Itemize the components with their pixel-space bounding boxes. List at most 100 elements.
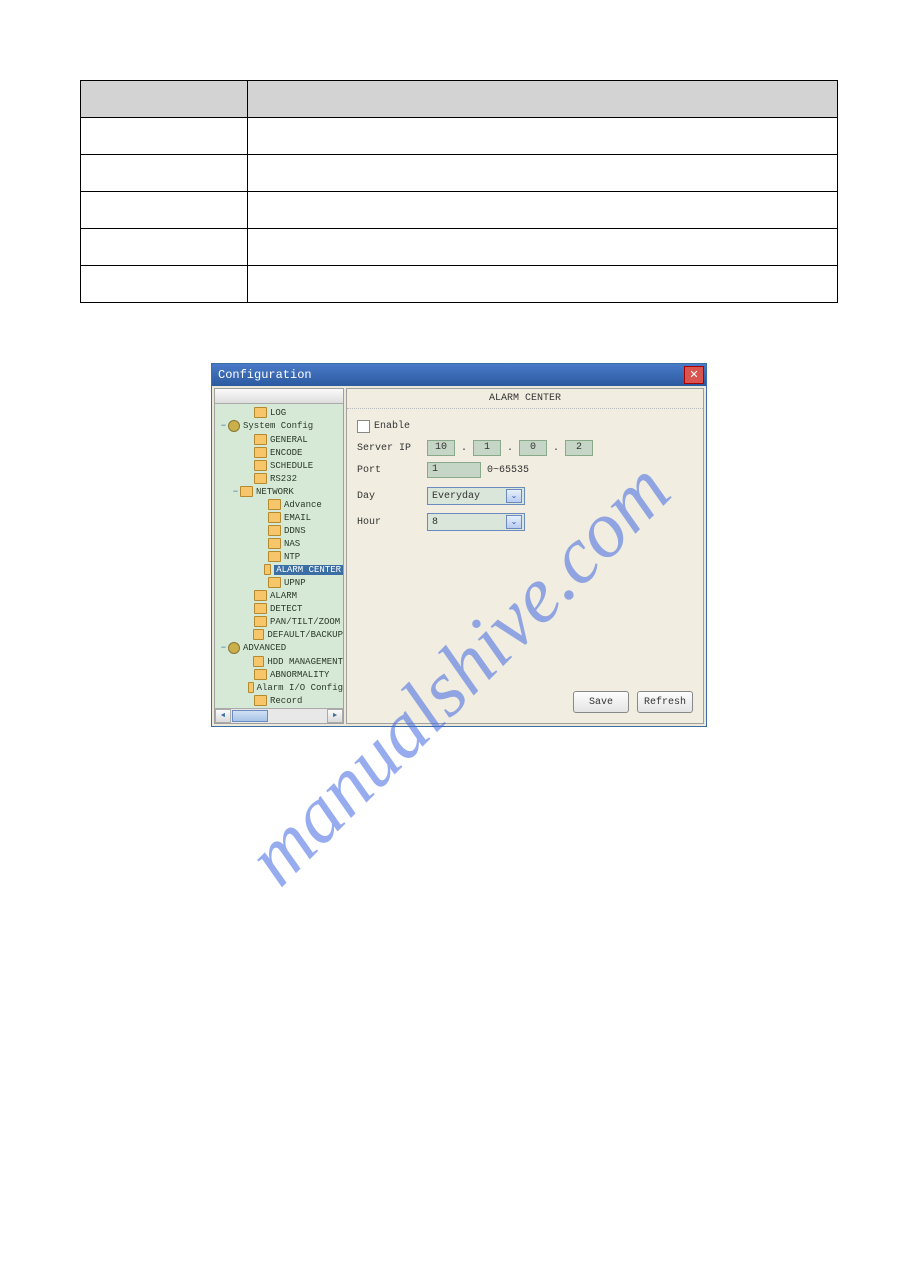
tree-item-label: Alarm I/O Config (257, 683, 343, 693)
tree-item-label: RS232 (270, 474, 297, 484)
folder-icon (253, 629, 265, 640)
port-row: Port 1 0~65535 (357, 459, 693, 481)
table-row (81, 266, 838, 303)
table-row (81, 229, 838, 266)
ip-segment-1[interactable]: 10 (427, 440, 455, 456)
tree-item-label: DETECT (270, 604, 302, 614)
folder-icon (254, 434, 267, 445)
ip-segment-4[interactable]: 2 (565, 440, 593, 456)
server-ip-label: Server IP (357, 443, 427, 454)
ip-segment-2[interactable]: 1 (473, 440, 501, 456)
gear-icon (228, 642, 240, 654)
ip-segment-3[interactable]: 0 (519, 440, 547, 456)
chevron-down-icon[interactable]: ⌄ (506, 489, 522, 503)
hour-dropdown[interactable]: 8 ⌄ (427, 513, 525, 531)
tree-item[interactable]: UPNP (215, 576, 343, 589)
page-container: Configuration ✕ LOG−System Config GENERAL… (0, 80, 918, 727)
port-range-hint: 0~65535 (487, 465, 529, 476)
tree-item-label: GENERAL (270, 435, 308, 445)
tree-item[interactable]: Alarm I/O Config (215, 681, 343, 694)
scroll-thumb[interactable] (232, 710, 268, 722)
tree-item-label: NETWORK (256, 487, 294, 497)
table-header-cell (81, 81, 248, 118)
tree-item-label: Record (270, 696, 302, 706)
tree-item[interactable]: ENCODE (215, 446, 343, 459)
scroll-left-icon[interactable]: ◄ (215, 709, 231, 723)
folder-icon (254, 407, 267, 418)
folder-icon (268, 577, 281, 588)
window-titlebar[interactable]: Configuration ✕ (212, 364, 706, 386)
table-row (81, 155, 838, 192)
tree-item[interactable]: DEFAULT/BACKUP (215, 628, 343, 641)
tree-item[interactable]: ABNORMALITY (215, 668, 343, 681)
folder-icon (254, 603, 267, 614)
enable-label: Enable (374, 421, 410, 432)
day-value: Everyday (432, 491, 480, 502)
table-row (81, 192, 838, 229)
folder-icon (264, 564, 272, 575)
tree-item-label: ALARM (270, 591, 297, 601)
tree-item-label: UPNP (284, 578, 306, 588)
day-label: Day (357, 491, 427, 502)
server-ip-row: Server IP 10 . 1 . 0 . 2 (357, 437, 693, 459)
tree-expander-icon[interactable]: − (219, 421, 228, 431)
enable-checkbox[interactable] (357, 420, 370, 433)
tree-item[interactable]: ALARM CENTER (215, 563, 343, 576)
save-button[interactable]: Save (573, 691, 629, 713)
tree-item[interactable]: PAN/TILT/ZOOM (215, 615, 343, 628)
tree-item[interactable]: LOG (215, 406, 343, 419)
tree-item[interactable]: DDNS (215, 524, 343, 537)
form-title: ALARM CENTER (347, 389, 703, 409)
tree-item[interactable]: HDD MANAGEMENT (215, 655, 343, 668)
tree-item-label: DDNS (284, 526, 306, 536)
parameters-table (80, 80, 838, 303)
tree-expander-icon[interactable]: − (219, 643, 228, 653)
day-dropdown[interactable]: Everyday ⌄ (427, 487, 525, 505)
close-icon[interactable]: ✕ (684, 366, 704, 384)
tree-item[interactable]: ALARM (215, 589, 343, 602)
folder-icon (268, 538, 281, 549)
tree-item[interactable]: GENERAL (215, 433, 343, 446)
tree-item[interactable]: − ADVANCED (215, 641, 343, 655)
scroll-right-icon[interactable]: ► (327, 709, 343, 723)
folder-icon (268, 525, 281, 536)
tree-item-label: ABNORMALITY (270, 670, 329, 680)
tree-expander-icon[interactable]: − (231, 487, 240, 497)
folder-icon (254, 590, 267, 601)
window-title-text: Configuration (218, 368, 312, 382)
tree-item-label: HDD MANAGEMENT (267, 657, 343, 667)
tree-item[interactable]: − NETWORK (215, 485, 343, 498)
tree-item-label: ADVANCED (243, 643, 286, 653)
hour-value: 8 (432, 517, 438, 528)
tree-item[interactable]: Record (215, 694, 343, 707)
tree-pane[interactable]: LOG−System Config GENERAL ENCODE SCHEDULE RS… (214, 388, 344, 724)
gear-icon (228, 420, 240, 432)
folder-icon (248, 682, 254, 693)
tree-item-label: ENCODE (270, 448, 302, 458)
tree-item[interactable]: −System Config (215, 419, 343, 433)
tree-item-label: DEFAULT/BACKUP (267, 630, 343, 640)
chevron-down-icon[interactable]: ⌄ (506, 515, 522, 529)
port-input[interactable]: 1 (427, 462, 481, 478)
hour-row: Hour 8 ⌄ (357, 511, 693, 533)
tree-item-label: ALARM CENTER (274, 565, 343, 575)
refresh-button[interactable]: Refresh (637, 691, 693, 713)
table-header-cell (247, 81, 837, 118)
table-header-row (81, 81, 838, 118)
tree-item[interactable]: EMAIL (215, 511, 343, 524)
tree-item-label: SCHEDULE (270, 461, 313, 471)
folder-icon (253, 656, 265, 667)
folder-icon (254, 669, 267, 680)
folder-icon (254, 616, 267, 627)
tree-item-label: PAN/TILT/ZOOM (270, 617, 340, 627)
enable-row: Enable (357, 415, 693, 437)
tree-item[interactable]: Advance (215, 498, 343, 511)
tree-item[interactable]: NAS (215, 537, 343, 550)
tree-item[interactable]: NTP (215, 550, 343, 563)
tree-horizontal-scrollbar[interactable]: ◄ ► (215, 708, 343, 723)
tree-item-label: LOG (270, 408, 286, 418)
tree-item[interactable]: RS232 (215, 472, 343, 485)
form-pane: ALARM CENTER Enable Server IP 10 . 1 . 0… (346, 388, 704, 724)
tree-item[interactable]: SCHEDULE (215, 459, 343, 472)
tree-item[interactable]: DETECT (215, 602, 343, 615)
